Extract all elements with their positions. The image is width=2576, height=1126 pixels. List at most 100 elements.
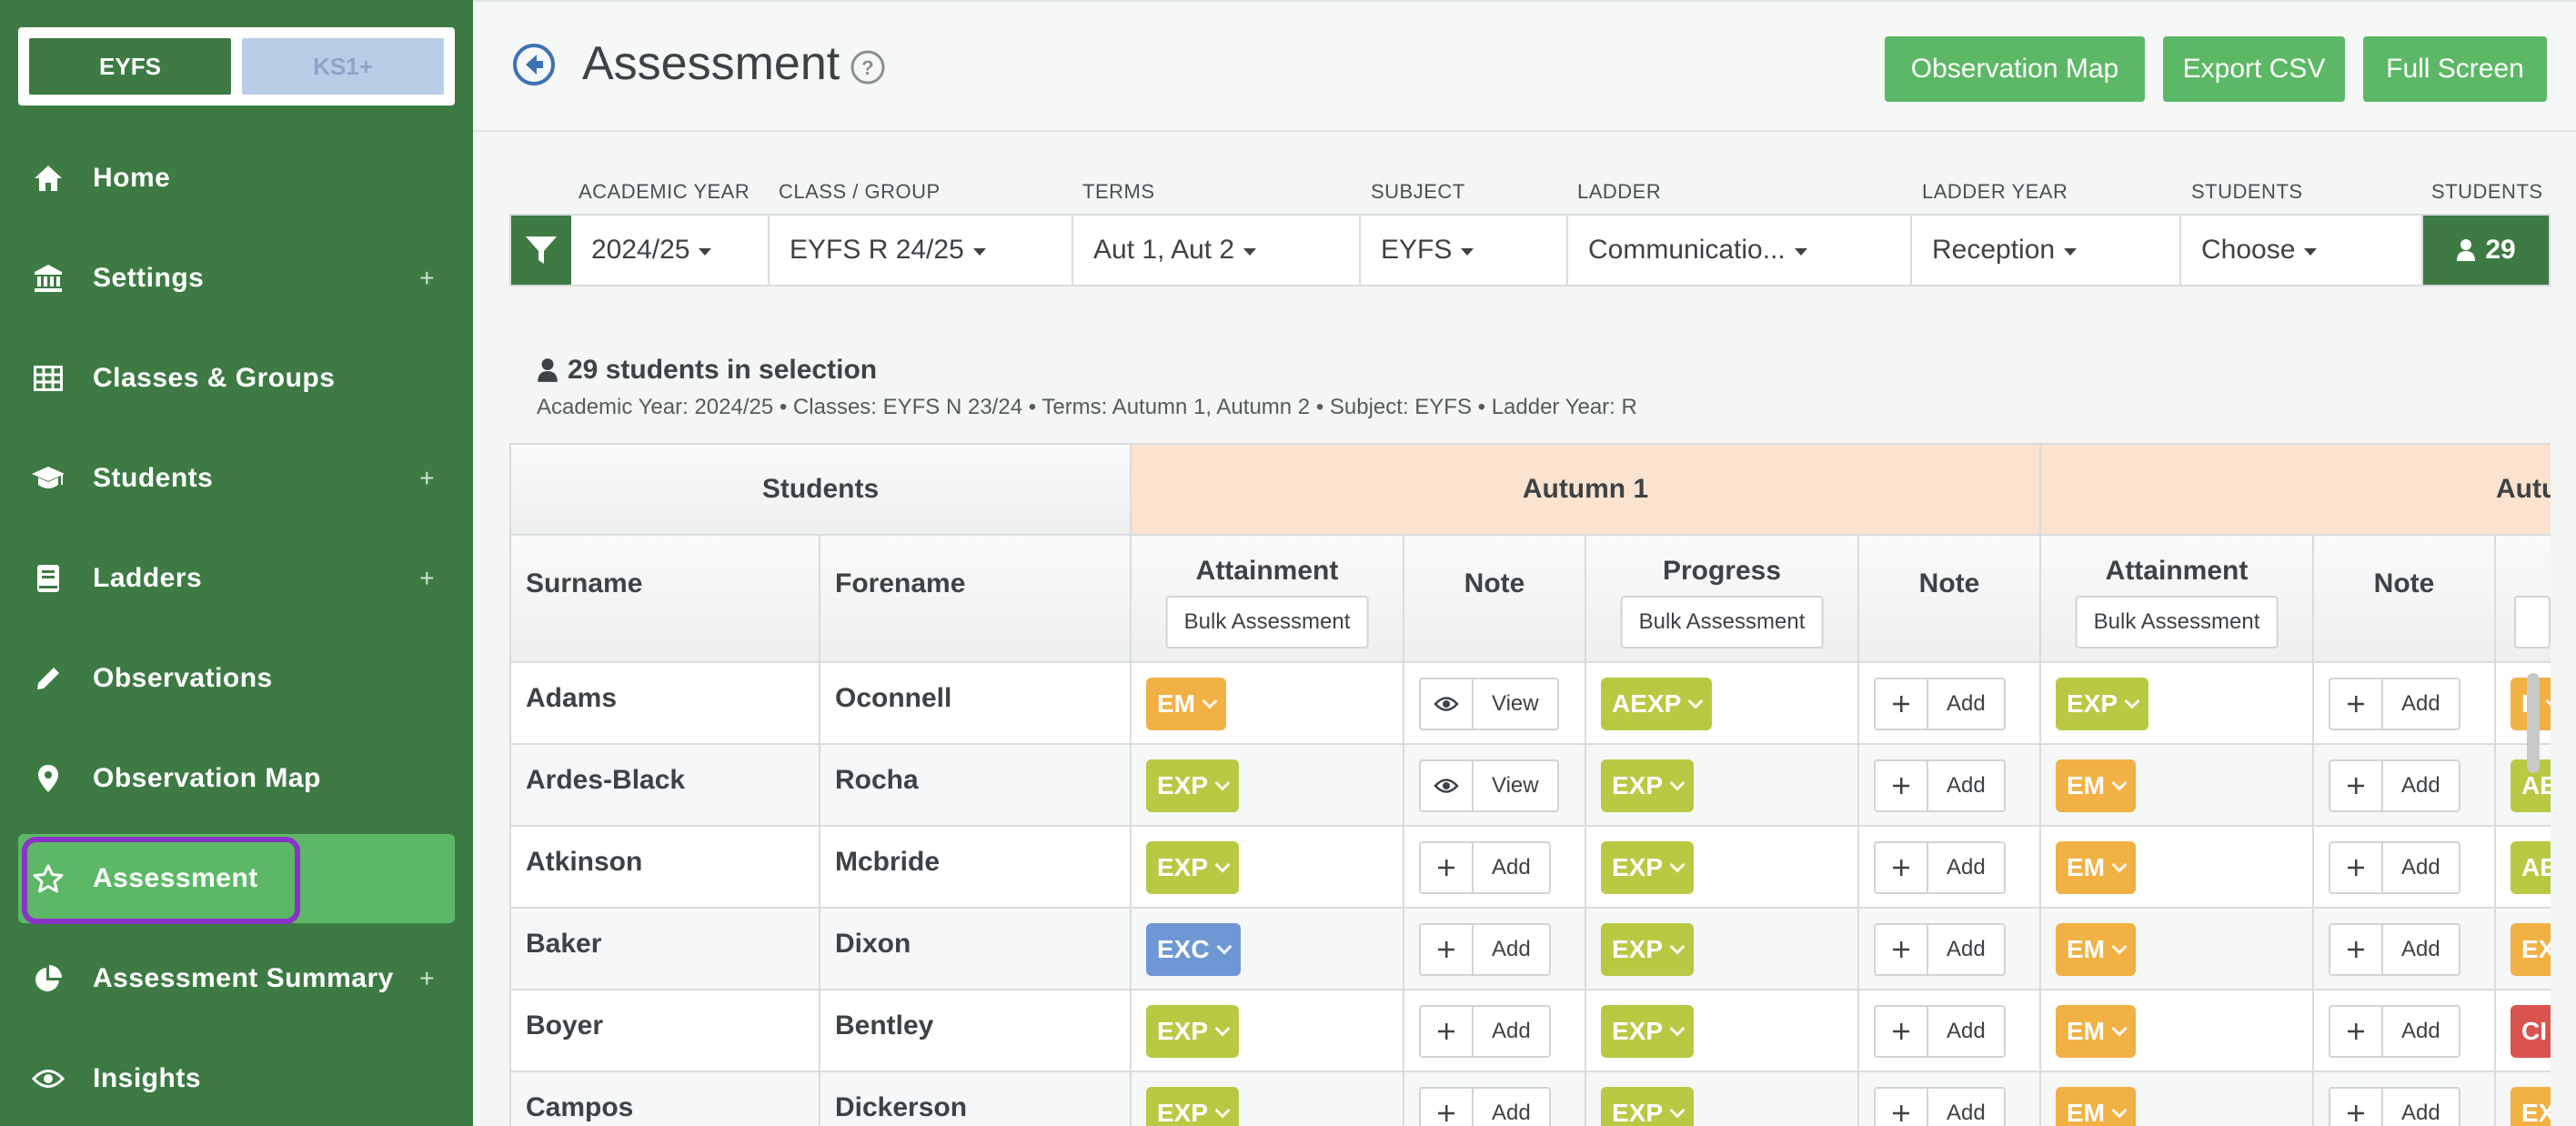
view-note-button[interactable]: View [1419, 678, 1559, 730]
assessment-badge[interactable]: EXP [1601, 759, 1695, 812]
scrollbar[interactable] [2527, 673, 2540, 773]
assessment-badge[interactable]: EXP [1146, 759, 1240, 812]
add-note-button[interactable]: Add [1874, 923, 2006, 976]
add-note-button[interactable]: Add [2329, 678, 2460, 730]
back-arrow-icon[interactable] [511, 42, 557, 87]
nav-ladders[interactable]: Ladders + [18, 534, 455, 623]
assessment-badge[interactable]: EXC [1146, 923, 1241, 976]
nav-observation-map[interactable]: Observation Map [18, 734, 455, 823]
add-note-button[interactable]: Add [1874, 678, 2006, 730]
expand-icon[interactable]: + [419, 964, 435, 993]
assessment-badge[interactable]: CI [2511, 1005, 2551, 1058]
assessment-badge[interactable]: EXP [1601, 1087, 1695, 1126]
assessment-badge[interactable]: AEXP [1601, 678, 1713, 730]
eye-icon [1421, 761, 1474, 810]
add-note-button[interactable]: Add [1874, 841, 2006, 894]
observation-map-button[interactable]: Observation Map [1885, 36, 2145, 102]
note-button-label: Add [1947, 855, 1986, 880]
nav-label: Settings [93, 263, 205, 293]
bulk-assessment-button[interactable]: Bulk Assessment [1620, 596, 1824, 648]
note-cell: View [1404, 663, 1586, 745]
stage-eyfs-button[interactable]: EYFS [29, 38, 231, 95]
assessment-badge[interactable]: EXP [1146, 1005, 1240, 1058]
assessment-badge[interactable]: EXP [1146, 1087, 1240, 1126]
expand-icon[interactable]: + [419, 264, 435, 293]
assessment-badge[interactable]: AE [2511, 841, 2551, 894]
assessment-badge[interactable]: EXP [1601, 1005, 1695, 1058]
student-forename: Bentley [835, 1010, 934, 1041]
export-csv-button[interactable]: Export CSV [2163, 36, 2345, 102]
add-note-button[interactable]: Add [1874, 1087, 2006, 1126]
terms-select[interactable]: Aut 1, Aut 2 [1073, 216, 1361, 285]
add-note-button[interactable]: Add [2329, 1005, 2460, 1058]
note-cell: Add [1859, 827, 2041, 909]
nav-insights[interactable]: Insights [18, 1034, 455, 1123]
expand-icon[interactable]: + [419, 464, 435, 493]
nav-settings[interactable]: Settings + [18, 234, 455, 323]
subject-select[interactable]: EYFS [1361, 216, 1568, 285]
filter-icon[interactable] [511, 216, 571, 285]
stage-ks1-button[interactable]: KS1+ [242, 38, 444, 95]
note-cell: Add [1404, 1072, 1586, 1126]
column-header-surname[interactable]: Surname [511, 536, 820, 663]
eye-icon [1421, 679, 1474, 729]
ladder-select[interactable]: Communicatio... [1568, 216, 1912, 285]
nav-label: Ladders [93, 563, 203, 593]
assessment-badge[interactable]: EM [2056, 1087, 2136, 1126]
nav-observations[interactable]: Observations [18, 634, 455, 723]
note-cell: Add [2314, 827, 2496, 909]
class-group-select[interactable]: EYFS R 24/25 [770, 216, 1073, 285]
assessment-badge[interactable]: EM [2056, 1005, 2136, 1058]
expand-icon[interactable]: + [419, 564, 435, 593]
home-icon [25, 164, 71, 193]
user-icon [538, 358, 558, 382]
assessment-cell: E [2496, 663, 2551, 745]
bulk-assessment-button[interactable]: Bulk Assessment [2075, 596, 2279, 648]
add-note-button[interactable]: Add [1419, 1005, 1551, 1058]
note-cell: Add [1404, 909, 1586, 990]
assessment-badge[interactable]: EM [2056, 759, 2136, 812]
assessment-badge[interactable]: EXP [1601, 841, 1695, 894]
add-note-button[interactable]: Add [1874, 759, 2006, 812]
assessment-badge[interactable]: EM [2056, 923, 2136, 976]
nav-home[interactable]: Home [18, 134, 455, 223]
bulk-assessment-button[interactable]: Bulk Assessment [1165, 596, 1369, 648]
badge-label: AE [2521, 853, 2551, 881]
assessment-badge[interactable]: EM [1146, 678, 1226, 730]
page-title: Assessment [582, 37, 840, 90]
ladder-year-select[interactable]: Reception [1912, 216, 2181, 285]
assessment-badge[interactable]: EXP [1146, 841, 1240, 894]
view-note-button[interactable]: View [1419, 759, 1559, 812]
add-note-button[interactable]: Add [1874, 1005, 2006, 1058]
add-note-button[interactable]: Add [2329, 759, 2460, 812]
full-screen-button[interactable]: Full Screen [2363, 36, 2547, 102]
assessment-badge[interactable]: EM [2056, 841, 2136, 894]
help-icon[interactable]: ? [850, 49, 886, 85]
nav-classes-groups[interactable]: Classes & Groups [18, 334, 455, 423]
chevron-down-icon [2111, 1102, 2128, 1119]
academic-year-select[interactable]: 2024/25 [571, 216, 770, 285]
user-icon [2457, 239, 2476, 261]
assessment-badge[interactable]: EX [2511, 1087, 2551, 1126]
add-note-button[interactable]: Add [1419, 1087, 1551, 1126]
column-header-forename[interactable]: Forename [820, 536, 1132, 663]
add-note-button[interactable]: Add [1419, 923, 1551, 976]
nav-assessment-summary[interactable]: Assessment Summary + [18, 934, 455, 1023]
nav-students[interactable]: Students + [18, 434, 455, 523]
add-note-button[interactable]: Add [2329, 841, 2460, 894]
filter-label-terms: TERMS [1082, 180, 1155, 203]
assessment-badge[interactable]: EXP [1601, 923, 1695, 976]
bulk-assessment-button[interactable] [2514, 596, 2551, 648]
add-note-button[interactable]: Add [1419, 841, 1551, 894]
add-note-button[interactable]: Add [2329, 923, 2460, 976]
nav-label: Students [93, 463, 214, 493]
add-note-button[interactable]: Add [2329, 1087, 2460, 1126]
column-header-note: Note [2314, 536, 2496, 663]
note-cell: Add [2314, 909, 2496, 990]
assessment-badge[interactable]: EX [2511, 923, 2551, 976]
students-count-button[interactable]: 29 [2423, 216, 2549, 285]
note-button-label: Add [1947, 773, 1986, 798]
assessment-badge[interactable]: EXP [2056, 678, 2149, 730]
students-select[interactable]: Choose [2181, 216, 2423, 285]
assessment-cell: EXP [2041, 663, 2314, 745]
